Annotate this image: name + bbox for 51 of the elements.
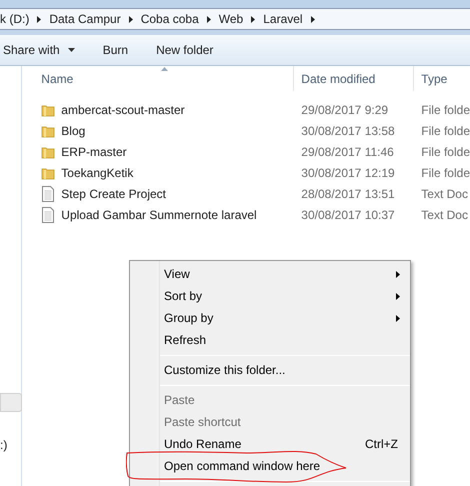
type-cell-text: File folde [420, 122, 470, 140]
breadcrumb-arrow-icon[interactable] [251, 16, 256, 22]
file-name[interactable]: ERP-master [61, 142, 127, 160]
text-document-icon [41, 186, 56, 202]
type-cell-text: Text Doc [420, 206, 468, 224]
breadcrumb-arrow-icon[interactable] [37, 16, 42, 22]
breadcrumb-arrow-icon[interactable] [206, 16, 211, 22]
column-header[interactable]: Date modified [294, 66, 414, 91]
address-bar[interactable]: k (D:) Data Campur Coba coba Web Laravel [0, 8, 470, 30]
file-name[interactable]: ambercat-scout-master [61, 100, 185, 118]
folder-icon [41, 124, 56, 138]
nav-item[interactable]: :) [0, 436, 8, 454]
breadcrumb-item[interactable]: k (D:) [0, 10, 30, 28]
column-header[interactable]: Type [414, 66, 470, 91]
type-cell-text: Text Doc [420, 186, 468, 202]
date-cell-text: 30/08/2017 12:19 [300, 164, 396, 182]
menu-item[interactable]: Open command window here [160, 455, 410, 477]
file-name[interactable]: Blog [61, 122, 86, 140]
date-cell-text: 28/08/2017 13:51 [300, 186, 396, 202]
file-name[interactable]: Step Create Project [61, 184, 166, 202]
shortcut-text: Ctrl+Z [365, 436, 398, 453]
type-cell-text: File folde [420, 144, 470, 160]
folder-icon [41, 166, 56, 180]
breadcrumb-item[interactable]: Coba coba [140, 10, 199, 28]
toolbar-button[interactable]: New folder [156, 41, 214, 59]
folder-icon [41, 102, 56, 116]
breadcrumb-item[interactable]: Web [218, 10, 244, 28]
menu-item[interactable]: Group by [160, 307, 410, 329]
date-cell-text: 30/08/2017 13:58 [300, 122, 396, 140]
breadcrumb-item[interactable]: Data Campur [49, 10, 121, 28]
file-name[interactable]: Upload Gambar Summernote laravel [61, 206, 257, 224]
text-document-icon [41, 206, 56, 222]
menu-item[interactable]: View [160, 263, 410, 285]
breadcrumb-arrow-icon[interactable] [310, 16, 315, 22]
date-cell-text: 29/08/2017 11:46 [300, 144, 395, 160]
menu-item[interactable]: Customize this folder... [160, 359, 410, 381]
toolbar-button[interactable]: Burn [102, 41, 128, 59]
file-name[interactable]: ToekangKetik [61, 164, 134, 182]
breadcrumb-item[interactable]: Laravel [263, 10, 303, 28]
type-cell-text: File folde [420, 102, 470, 118]
breadcrumb-arrow-icon[interactable] [128, 16, 133, 22]
menu-item[interactable]: Sort by [160, 285, 410, 307]
menu-item[interactable]: Refresh [160, 329, 410, 351]
type-cell-text: File folde [420, 164, 470, 182]
date-cell-text: 30/08/2017 10:37 [300, 206, 396, 224]
date-cell-text: 29/08/2017 9:29 [300, 102, 390, 118]
folder-icon [41, 144, 56, 158]
toolbar-button[interactable]: Share with [3, 41, 75, 59]
column-header[interactable]: Name [22, 66, 294, 91]
menu-item[interactable]: Undo Rename Ctrl+Z [160, 433, 410, 455]
sort-arrow-icon [161, 67, 168, 71]
